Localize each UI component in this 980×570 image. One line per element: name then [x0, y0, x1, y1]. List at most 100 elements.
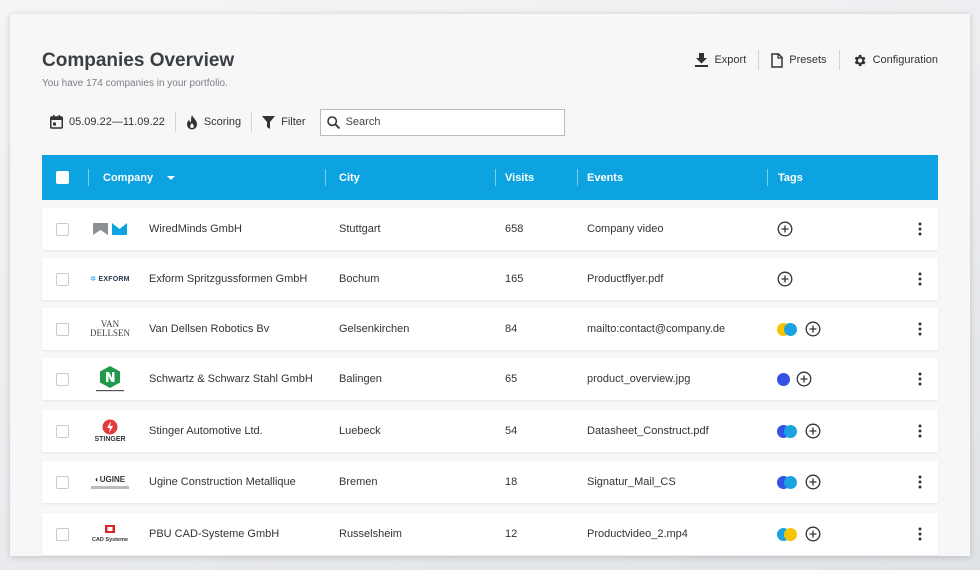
visits-column-label: Visits: [505, 171, 535, 184]
row-menu-icon[interactable]: [910, 422, 930, 440]
row-menu-icon[interactable]: [910, 370, 930, 388]
visits-cell: 165: [505, 273, 524, 285]
row-checkbox[interactable]: [56, 373, 69, 386]
select-all-checkbox[interactable]: [56, 171, 69, 184]
company-name[interactable]: Van Dellsen Robotics Bv: [149, 308, 269, 350]
column-header-visits[interactable]: Visits: [505, 155, 534, 200]
table-row[interactable]: WiredMinds GmbH Stuttgart 658 Company vi…: [42, 208, 938, 250]
exform-logo-mark: ✲: [90, 276, 97, 283]
tag-group[interactable]: [777, 527, 799, 541]
tag-cyan: [784, 475, 797, 489]
scoring-label: Scoring: [203, 116, 242, 128]
ugine-logo-underline: [91, 486, 129, 489]
row-checkbox[interactable]: [56, 425, 69, 438]
filter-button[interactable]: Filter: [252, 115, 315, 129]
tag-group[interactable]: [777, 322, 799, 336]
add-tag-icon[interactable]: [805, 474, 821, 490]
company-name[interactable]: Schwartz & Schwarz Stahl GmbH: [149, 358, 313, 400]
city-cell: Bochum: [339, 273, 380, 285]
visits-cell: 18: [505, 476, 518, 488]
calendar-icon: [50, 115, 63, 129]
row-checkbox[interactable]: [56, 273, 69, 286]
event-cell: Productflyer.pdf: [587, 273, 664, 285]
date-range-picker[interactable]: 05.09.22—11.09.22: [48, 115, 175, 129]
search-icon: [326, 115, 340, 129]
download-icon: [695, 53, 709, 67]
row-checkbox[interactable]: [56, 323, 69, 336]
tags-cell: [777, 410, 821, 452]
city-cell: Russelsheim: [339, 528, 402, 540]
table-row[interactable]: Schwartz & Schwarz Stahl GmbH Balingen 6…: [42, 358, 938, 400]
filter-toolbar: 05.09.22—11.09.22 Scoring Filter: [48, 108, 565, 136]
tag-blue[interactable]: [777, 372, 790, 386]
tag-cyan: [784, 322, 797, 336]
row-menu-icon[interactable]: [910, 473, 930, 491]
ugine-logo-text: ◐UGINE: [94, 475, 126, 484]
tags-cell: [777, 258, 793, 300]
row-checkbox[interactable]: [56, 476, 69, 489]
company-name[interactable]: Exform Spritzgussformen GmbH: [149, 258, 307, 300]
event-cell: Productvideo_2.mp4: [587, 528, 688, 540]
presets-label: Presets: [789, 54, 827, 66]
column-header-tags[interactable]: Tags: [778, 155, 803, 200]
add-tag-icon[interactable]: [796, 371, 812, 387]
tag-group[interactable]: [777, 424, 799, 438]
row-menu-icon[interactable]: [910, 270, 930, 288]
filter-icon: [262, 115, 276, 129]
gear-icon: [854, 54, 866, 66]
tags-cell: [777, 513, 821, 555]
row-checkbox[interactable]: [56, 528, 69, 541]
scoring-button[interactable]: Scoring: [176, 114, 251, 130]
tags-cell: [777, 308, 821, 350]
row-menu-icon[interactable]: [910, 320, 930, 338]
companies-panel: Companies Overview You have 174 companie…: [10, 14, 970, 556]
city-cell: Gelsenkirchen: [339, 323, 410, 335]
row-checkbox[interactable]: [56, 223, 69, 236]
exform-logo-text: ✲ EXFORM: [90, 276, 130, 283]
table-row[interactable]: ✲ EXFORM Exform Spritzgussformen GmbH Bo…: [42, 258, 938, 300]
company-name[interactable]: WiredMinds GmbH: [149, 208, 242, 250]
export-button[interactable]: Export: [683, 53, 758, 67]
pbu-logo-mark: [105, 525, 115, 533]
date-range-label: 05.09.22—11.09.22: [69, 116, 165, 128]
stinger-logo: STINGER: [88, 416, 132, 446]
van-dellsen-logo-text: VAN DELLSEN: [90, 319, 130, 338]
van-dellsen-logo: VAN DELLSEN: [88, 314, 132, 344]
top-actions: Export Presets Configuration: [683, 50, 938, 70]
configuration-label: Configuration: [872, 54, 938, 66]
divider: [577, 169, 578, 186]
table-row[interactable]: ◐UGINE Ugine Construction Metallique Bre…: [42, 461, 938, 503]
company-name[interactable]: Stinger Automotive Ltd.: [149, 410, 263, 452]
table-row[interactable]: VAN DELLSEN Van Dellsen Robotics Bv Gels…: [42, 308, 938, 350]
divider: [495, 169, 496, 186]
wiredminds-logo: [88, 214, 132, 244]
company-column-label: Company: [103, 171, 154, 184]
add-tag-icon[interactable]: [805, 321, 821, 337]
tag-yellow: [784, 527, 797, 541]
add-tag-icon[interactable]: [777, 271, 793, 287]
row-menu-icon[interactable]: [910, 525, 930, 543]
search-input[interactable]: [345, 116, 546, 128]
company-name[interactable]: PBU CAD-Systeme GmbH: [149, 513, 279, 555]
flame-icon: [186, 114, 197, 129]
row-menu-icon[interactable]: [910, 220, 930, 238]
visits-cell: 84: [505, 323, 518, 335]
company-name[interactable]: Ugine Construction Metallique: [149, 461, 296, 503]
column-header-city[interactable]: City: [339, 155, 360, 200]
add-tag-icon[interactable]: [777, 221, 793, 237]
configuration-button[interactable]: Configuration: [840, 53, 938, 68]
city-cell: Luebeck: [339, 425, 381, 437]
tag-group[interactable]: [777, 475, 799, 489]
column-header-events[interactable]: Events: [587, 155, 623, 200]
visits-cell: 65: [505, 373, 518, 385]
add-tag-icon[interactable]: [805, 526, 821, 542]
document-icon: [771, 52, 784, 68]
presets-button[interactable]: Presets: [759, 52, 838, 68]
table-row[interactable]: CAD Systeme PBU CAD-Systeme GmbH Russels…: [42, 513, 938, 555]
table-row[interactable]: STINGER Stinger Automotive Ltd. Luebeck …: [42, 410, 938, 452]
exform-logo: ✲ EXFORM: [88, 264, 132, 294]
sort-descending-icon: [167, 175, 176, 180]
divider: [325, 169, 326, 186]
column-header-company[interactable]: Company: [103, 155, 176, 200]
add-tag-icon[interactable]: [805, 423, 821, 439]
